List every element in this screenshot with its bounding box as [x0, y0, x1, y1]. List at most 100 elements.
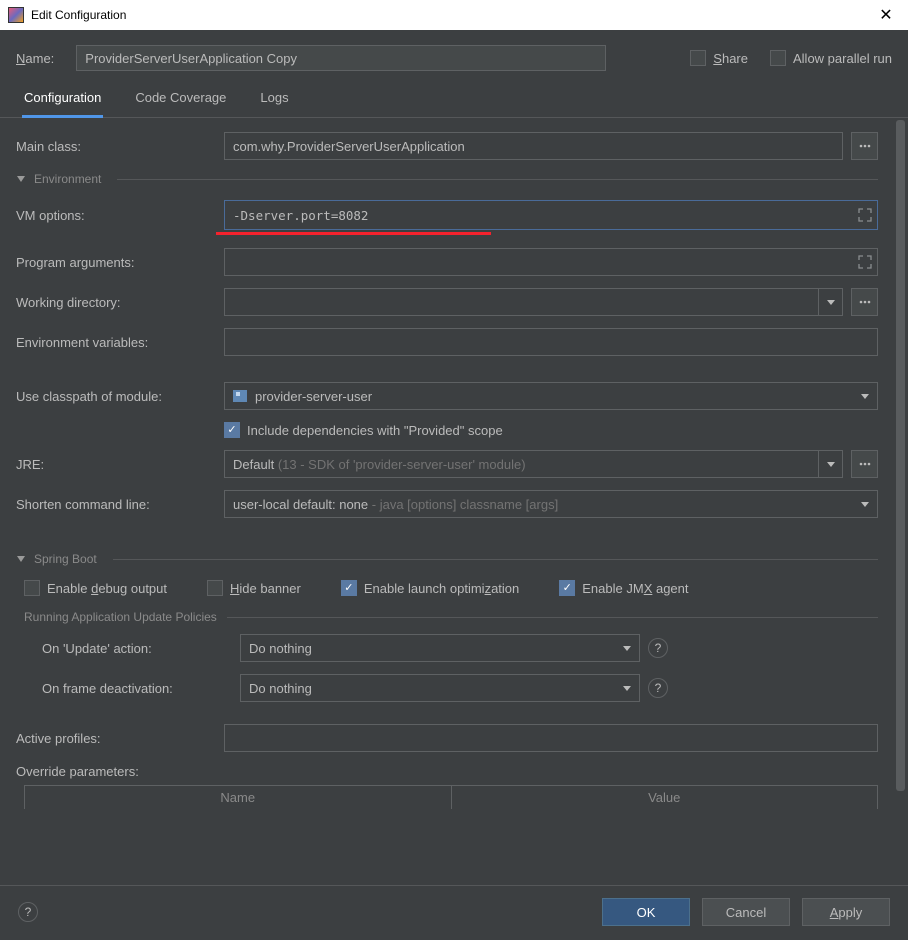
enable-launch-optimization-checkbox[interactable]: Enable launch optimization: [341, 580, 519, 596]
checkbox-icon: [690, 50, 706, 66]
jre-row: JRE: Default (13 - SDK of 'provider-serv…: [16, 450, 878, 478]
ok-button[interactable]: OK: [602, 898, 690, 926]
on-update-action-label: On 'Update' action:: [42, 641, 232, 656]
browse-main-class-button[interactable]: [851, 132, 878, 160]
on-frame-deactivation-select[interactable]: Do nothing: [240, 674, 640, 702]
help-icon[interactable]: ?: [648, 638, 668, 658]
on-update-action-row: On 'Update' action: Do nothing ?: [42, 634, 878, 662]
on-frame-deactivation-row: On frame deactivation: Do nothing ?: [42, 674, 878, 702]
program-arguments-row: Program arguments:: [16, 248, 878, 276]
column-header-value: Value: [452, 786, 878, 809]
update-policies-label: Running Application Update Policies: [24, 610, 217, 624]
include-provided-row: Include dependencies with "Provided" sco…: [16, 422, 878, 438]
help-button[interactable]: ?: [18, 902, 38, 922]
include-provided-label: Include dependencies with "Provided" sco…: [247, 423, 503, 438]
classpath-module-label: Use classpath of module:: [16, 389, 216, 404]
dialog-footer: ? OK Cancel Apply: [0, 885, 908, 940]
on-frame-deactivation-value: Do nothing: [249, 681, 312, 696]
enable-debug-output-label: Enable debug output: [47, 581, 167, 596]
classpath-module-select[interactable]: provider-server-user: [224, 382, 878, 410]
main-class-input[interactable]: [224, 132, 843, 160]
vm-options-input[interactable]: [224, 200, 878, 230]
shorten-command-value: user-local default: none - java [options…: [233, 497, 558, 512]
chevron-down-icon: [622, 683, 632, 693]
browse-working-directory-button[interactable]: [851, 288, 878, 316]
tab-logs[interactable]: Logs: [258, 82, 290, 118]
name-row: Name: Share Allow parallel run: [0, 30, 908, 81]
spring-boot-section-label: Spring Boot: [34, 552, 97, 566]
chevron-down-icon: [16, 174, 26, 184]
active-profiles-input[interactable]: [224, 724, 878, 752]
scrollbar[interactable]: [895, 120, 906, 883]
environment-section-label: Environment: [34, 172, 101, 186]
on-update-action-value: Do nothing: [249, 641, 312, 656]
chevron-down-icon: [860, 391, 870, 401]
environment-variables-label: Environment variables:: [16, 335, 216, 350]
browse-jre-button[interactable]: [851, 450, 878, 478]
tab-code-coverage[interactable]: Code Coverage: [133, 82, 228, 118]
vm-options-row: VM options:: [16, 200, 878, 230]
ellipsis-icon: [858, 457, 872, 471]
working-directory-label: Working directory:: [16, 295, 216, 310]
hide-banner-label: Hide banner: [230, 581, 301, 596]
checkbox-icon: [770, 50, 786, 66]
checkbox-checked-icon: [224, 422, 240, 438]
program-arguments-label: Program arguments:: [16, 255, 216, 270]
environment-variables-row: Environment variables:: [16, 328, 878, 356]
content-scroll: Main class: Environment VM options:: [0, 118, 908, 885]
checkbox-checked-icon: [559, 580, 575, 596]
enable-launch-optimization-label: Enable launch optimization: [364, 581, 519, 596]
ellipsis-icon: [858, 295, 872, 309]
spring-boot-checks: Enable debug output Hide banner Enable l…: [24, 580, 878, 596]
tab-bar: Configuration Code Coverage Logs: [0, 81, 908, 118]
name-input[interactable]: [76, 45, 606, 71]
chevron-down-icon: [826, 459, 836, 469]
chevron-down-icon: [826, 297, 836, 307]
window-title: Edit Configuration: [31, 8, 864, 22]
chevron-down-icon: [622, 643, 632, 653]
allow-parallel-checkbox[interactable]: Allow parallel run: [770, 50, 892, 66]
column-header-name: Name: [25, 786, 452, 809]
dialog-body: Name: Share Allow parallel run Configura…: [0, 30, 908, 940]
environment-section-toggle[interactable]: Environment: [16, 172, 878, 186]
shorten-command-row: Shorten command line: user-local default…: [16, 490, 878, 518]
enable-jmx-agent-label: Enable JMX agent: [582, 581, 688, 596]
titlebar: Edit Configuration ✕: [0, 0, 908, 30]
checkbox-checked-icon: [341, 580, 357, 596]
override-parameters-table-header: Name Value: [24, 785, 878, 809]
checkbox-icon: [24, 580, 40, 596]
spring-boot-section-toggle[interactable]: Spring Boot: [16, 552, 878, 566]
classpath-module-row: Use classpath of module: provider-server…: [16, 382, 878, 410]
allow-parallel-label: Allow parallel run: [793, 51, 892, 66]
app-icon: [8, 7, 24, 23]
main-class-label: Main class:: [16, 139, 216, 154]
chevron-down-icon: [16, 554, 26, 564]
tab-configuration[interactable]: Configuration: [22, 82, 103, 118]
jre-label: JRE:: [16, 457, 216, 472]
shorten-command-label: Shorten command line:: [16, 497, 216, 512]
help-icon[interactable]: ?: [648, 678, 668, 698]
enable-jmx-agent-checkbox[interactable]: Enable JMX agent: [559, 580, 688, 596]
include-provided-checkbox[interactable]: Include dependencies with "Provided" sco…: [224, 422, 503, 438]
jre-select[interactable]: Default (13 - SDK of 'provider-server-us…: [224, 450, 843, 478]
working-directory-row: Working directory:: [16, 288, 878, 316]
on-frame-deactivation-label: On frame deactivation:: [42, 681, 232, 696]
ellipsis-icon: [858, 139, 872, 153]
module-icon: [233, 390, 247, 402]
enable-debug-output-checkbox[interactable]: Enable debug output: [24, 580, 167, 596]
apply-button[interactable]: Apply: [802, 898, 890, 926]
vm-options-label: VM options:: [16, 208, 216, 223]
share-checkbox[interactable]: Share: [690, 50, 748, 66]
close-icon[interactable]: ✕: [864, 0, 908, 30]
jre-value: Default (13 - SDK of 'provider-server-us…: [233, 457, 526, 472]
cancel-button[interactable]: Cancel: [702, 898, 790, 926]
working-directory-input[interactable]: [224, 288, 843, 316]
shorten-command-select[interactable]: user-local default: none - java [options…: [224, 490, 878, 518]
program-arguments-input[interactable]: [224, 248, 878, 276]
hide-banner-checkbox[interactable]: Hide banner: [207, 580, 301, 596]
chevron-down-icon: [860, 499, 870, 509]
main-class-row: Main class:: [16, 132, 878, 160]
scroll-thumb[interactable]: [896, 120, 905, 791]
environment-variables-input[interactable]: [224, 328, 878, 356]
on-update-action-select[interactable]: Do nothing: [240, 634, 640, 662]
